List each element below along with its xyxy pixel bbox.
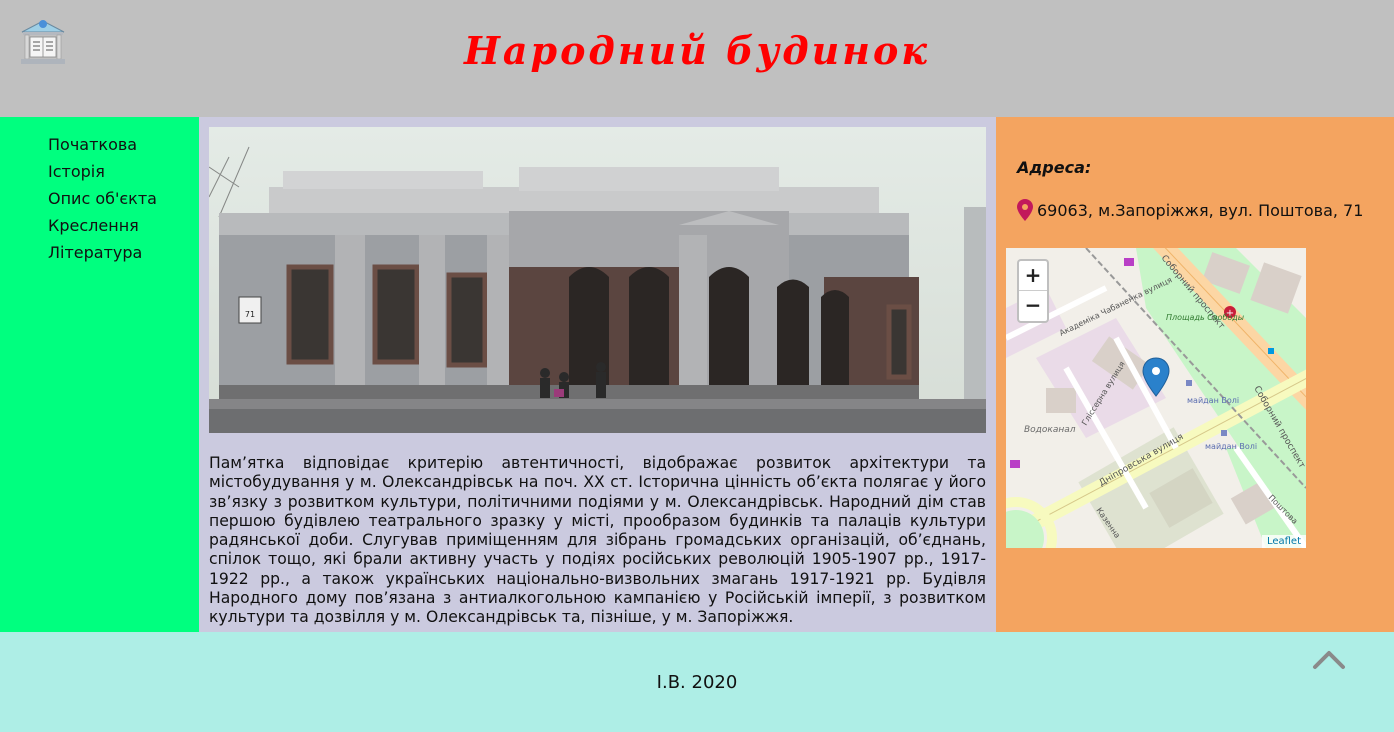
nav-item-literature[interactable]: Література <box>48 239 157 266</box>
map-label-stop1: майдан Волі <box>1187 396 1239 405</box>
site-footer: І.В. 2020 <box>0 632 1394 732</box>
nav-list: Початкова Історія Опис об'єкта Креслення… <box>48 131 157 266</box>
map-pin-icon <box>1017 199 1033 221</box>
map-tiles: + Академіка Чабаненка вулиця Соборний пр… <box>1006 248 1306 548</box>
site-header: Народний будинок <box>0 0 1394 117</box>
building-photo: 71 <box>209 127 986 433</box>
zoom-out-button[interactable]: − <box>1019 291 1047 321</box>
address-text: 69063, м.Запоріжжя, вул. Поштова, 71 <box>1037 200 1364 220</box>
sidebar-nav: Початкова Історія Опис об'єкта Креслення… <box>0 117 199 632</box>
chevron-up-icon[interactable] <box>1312 648 1346 670</box>
address-panel: Адреса: 69063, м.Запоріжжя, вул. Поштова… <box>996 117 1394 632</box>
map-zoom-control: + − <box>1017 259 1049 323</box>
map-label-vodokanal: Водоканал <box>1024 425 1076 435</box>
map-label-stop2: майдан Волі <box>1205 442 1257 451</box>
nav-item-drawings[interactable]: Креслення <box>48 212 157 239</box>
copyright-text: І.В. 2020 <box>656 672 738 693</box>
nav-item-description[interactable]: Опис об'єкта <box>48 185 157 212</box>
location-map[interactable]: + Академіка Чабаненка вулиця Соборний пр… <box>1006 248 1306 548</box>
page-title: Народний будинок <box>463 28 931 73</box>
address-line: 69063, м.Запоріжжя, вул. Поштова, 71 <box>1017 199 1363 221</box>
address-sign-text: 71 <box>245 310 255 319</box>
address-heading: Адреса: <box>1017 158 1092 177</box>
map-label-square: Площадь Свободы <box>1166 313 1244 322</box>
map-attribution-link[interactable]: Leaflet <box>1261 535 1306 548</box>
heritage-description: Пам’ятка відповідає критерію автентичнос… <box>209 454 986 627</box>
main-content: 71 Пам’ятка відповідає критерію автентич… <box>199 117 996 632</box>
nav-item-history[interactable]: Історія <box>48 158 157 185</box>
zoom-in-button[interactable]: + <box>1019 261 1047 291</box>
nav-item-home[interactable]: Початкова <box>48 131 157 158</box>
